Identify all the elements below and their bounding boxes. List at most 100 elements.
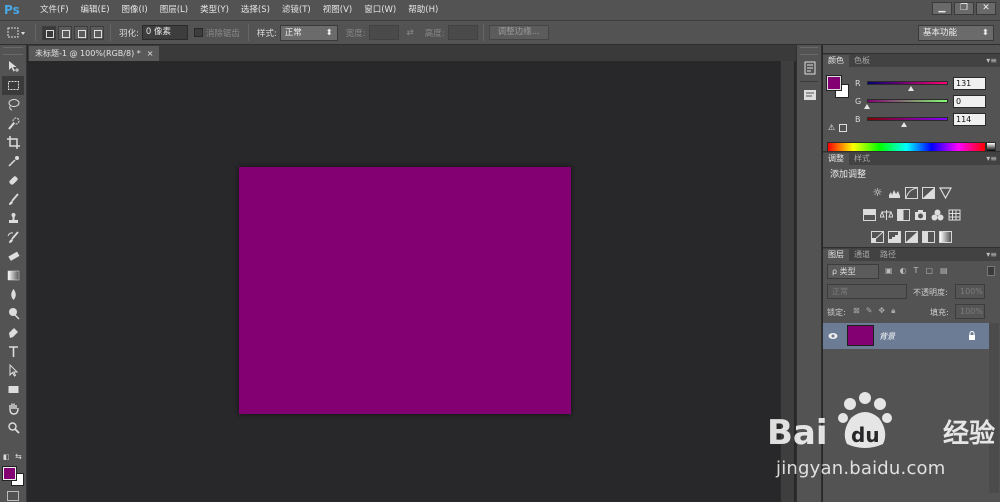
- menu-edit[interactable]: 编辑(E): [75, 0, 116, 20]
- layer-thumbnail[interactable]: [847, 325, 874, 346]
- tab-layers[interactable]: 图层: [823, 249, 849, 261]
- exposure-icon[interactable]: [922, 187, 935, 199]
- clone-stamp-tool-icon[interactable]: [2, 209, 24, 228]
- menu-layer[interactable]: 图层(L): [154, 0, 194, 20]
- healing-brush-tool-icon[interactable]: [2, 171, 24, 190]
- hue-saturation-icon[interactable]: [862, 209, 876, 221]
- canvas-area[interactable]: [28, 61, 780, 502]
- crop-tool-icon[interactable]: [2, 133, 24, 152]
- menu-help[interactable]: 帮助(H): [402, 0, 444, 20]
- adjustment-layer-filter-icon[interactable]: ◐: [900, 266, 907, 275]
- gradient-tool-icon[interactable]: [2, 266, 24, 285]
- levels-icon[interactable]: [888, 187, 901, 199]
- add-to-selection-button[interactable]: [58, 25, 72, 40]
- quick-mask-icon[interactable]: [7, 491, 19, 501]
- opacity-input[interactable]: 100%: [955, 284, 985, 299]
- shape-layer-filter-icon[interactable]: ▢: [925, 266, 933, 275]
- tab-color[interactable]: 颜色: [823, 55, 849, 67]
- blue-value-input[interactable]: 114: [953, 113, 986, 126]
- brush-tool-icon[interactable]: [2, 190, 24, 209]
- color-panel-foreground-swatch[interactable]: [826, 75, 842, 91]
- width-input[interactable]: [368, 25, 399, 40]
- brightness-contrast-icon[interactable]: ☼: [871, 187, 884, 199]
- pixel-layer-filter-icon[interactable]: ▣: [885, 266, 893, 275]
- blend-mode-select[interactable]: 正常: [827, 284, 907, 299]
- tab-styles[interactable]: 样式: [849, 153, 875, 165]
- tab-swatches[interactable]: 色板: [849, 55, 875, 67]
- red-value-input[interactable]: 131: [953, 77, 986, 90]
- subtract-from-selection-button[interactable]: [74, 25, 88, 40]
- vibrance-icon[interactable]: [938, 187, 953, 200]
- zoom-tool-icon[interactable]: [2, 418, 24, 437]
- move-tool-icon[interactable]: [2, 57, 24, 76]
- visibility-eye-icon[interactable]: [828, 331, 838, 341]
- channel-mixer-icon[interactable]: [931, 209, 944, 221]
- minimize-button[interactable]: ▁: [932, 2, 952, 15]
- height-input[interactable]: [447, 25, 478, 40]
- menu-file[interactable]: 文件(F): [34, 0, 75, 20]
- panel-grip[interactable]: [3, 47, 23, 55]
- foreground-color-swatch[interactable]: [2, 466, 17, 481]
- red-slider-track[interactable]: [867, 81, 948, 85]
- document-canvas[interactable]: [239, 167, 571, 414]
- color-balance-icon[interactable]: [878, 209, 894, 221]
- lock-image-icon[interactable]: ✎: [866, 306, 873, 316]
- color-lookup-icon[interactable]: [948, 209, 961, 221]
- menu-select[interactable]: 选择(S): [235, 0, 276, 20]
- lock-transparent-icon[interactable]: ⊠: [853, 306, 860, 316]
- green-value-input[interactable]: 0: [953, 95, 986, 108]
- layer-filter-kind-select[interactable]: ρ 类型: [827, 264, 879, 279]
- dodge-tool-icon[interactable]: [2, 304, 24, 323]
- threshold-icon[interactable]: [905, 231, 918, 243]
- default-colors-icon[interactable]: ◧: [3, 453, 10, 461]
- panel-menu-icon[interactable]: ▾≡: [986, 154, 997, 163]
- rectangular-marquee-tool-icon[interactable]: [2, 76, 24, 95]
- properties-panel-icon[interactable]: [800, 86, 820, 104]
- blue-slider-thumb[interactable]: [901, 122, 907, 127]
- history-brush-tool-icon[interactable]: [2, 228, 24, 247]
- lock-all-icon[interactable]: 🔒︎: [891, 306, 895, 316]
- swap-dimensions-icon[interactable]: ⇄: [407, 28, 414, 38]
- refine-edge-button[interactable]: 调整边缘...: [488, 25, 549, 40]
- fill-input[interactable]: 100%: [955, 304, 985, 319]
- green-slider[interactable]: G 0: [855, 95, 995, 112]
- red-slider[interactable]: R 131: [855, 77, 995, 94]
- tab-adjustments[interactable]: 调整: [823, 153, 849, 165]
- restore-button[interactable]: ❐: [954, 2, 974, 15]
- new-selection-button[interactable]: [42, 25, 56, 40]
- smart-object-filter-icon[interactable]: ▤: [940, 266, 948, 275]
- green-slider-thumb[interactable]: [864, 104, 870, 109]
- rectangle-tool-icon[interactable]: [2, 380, 24, 399]
- swap-colors-icon[interactable]: ⇆: [15, 452, 22, 461]
- tab-paths[interactable]: 路径: [875, 249, 901, 261]
- blue-slider-track[interactable]: [867, 117, 948, 121]
- layer-lock-icon[interactable]: [968, 331, 976, 340]
- tool-preset-picker[interactable]: [4, 24, 30, 41]
- eraser-tool-icon[interactable]: [2, 247, 24, 266]
- filter-toggle-switch[interactable]: [987, 266, 995, 276]
- type-tool-icon[interactable]: [2, 342, 24, 361]
- menu-filter[interactable]: 滤镜(T): [276, 0, 317, 20]
- hand-tool-icon[interactable]: [2, 399, 24, 418]
- menu-image[interactable]: 图像(I): [116, 0, 154, 20]
- workspace-select[interactable]: 基本功能 ⬍: [918, 25, 994, 41]
- style-select[interactable]: 正常 ⬍: [279, 24, 338, 41]
- document-tab[interactable]: 未标题-1 @ 100%(RGB/8) * ×: [29, 46, 160, 61]
- intersect-selection-button[interactable]: [90, 25, 104, 40]
- gamut-swatch[interactable]: [839, 124, 847, 132]
- curves-icon[interactable]: [905, 187, 918, 199]
- panel-menu-icon[interactable]: ▾≡: [986, 56, 997, 65]
- gradient-map-icon[interactable]: [939, 231, 952, 243]
- type-layer-filter-icon[interactable]: T: [914, 266, 919, 275]
- tab-channels[interactable]: 通道: [849, 249, 875, 261]
- green-slider-track[interactable]: [867, 99, 948, 103]
- panel-menu-icon[interactable]: ▾≡: [986, 250, 997, 259]
- menu-view[interactable]: 视图(V): [317, 0, 358, 20]
- blue-slider[interactable]: B 114: [855, 113, 995, 130]
- pen-tool-icon[interactable]: [2, 323, 24, 342]
- path-selection-tool-icon[interactable]: [2, 361, 24, 380]
- eyedropper-tool-icon[interactable]: [2, 152, 24, 171]
- black-white-icon[interactable]: [896, 209, 910, 221]
- feather-input[interactable]: 0 像素: [141, 25, 188, 40]
- layer-row-background[interactable]: 背景: [823, 323, 989, 349]
